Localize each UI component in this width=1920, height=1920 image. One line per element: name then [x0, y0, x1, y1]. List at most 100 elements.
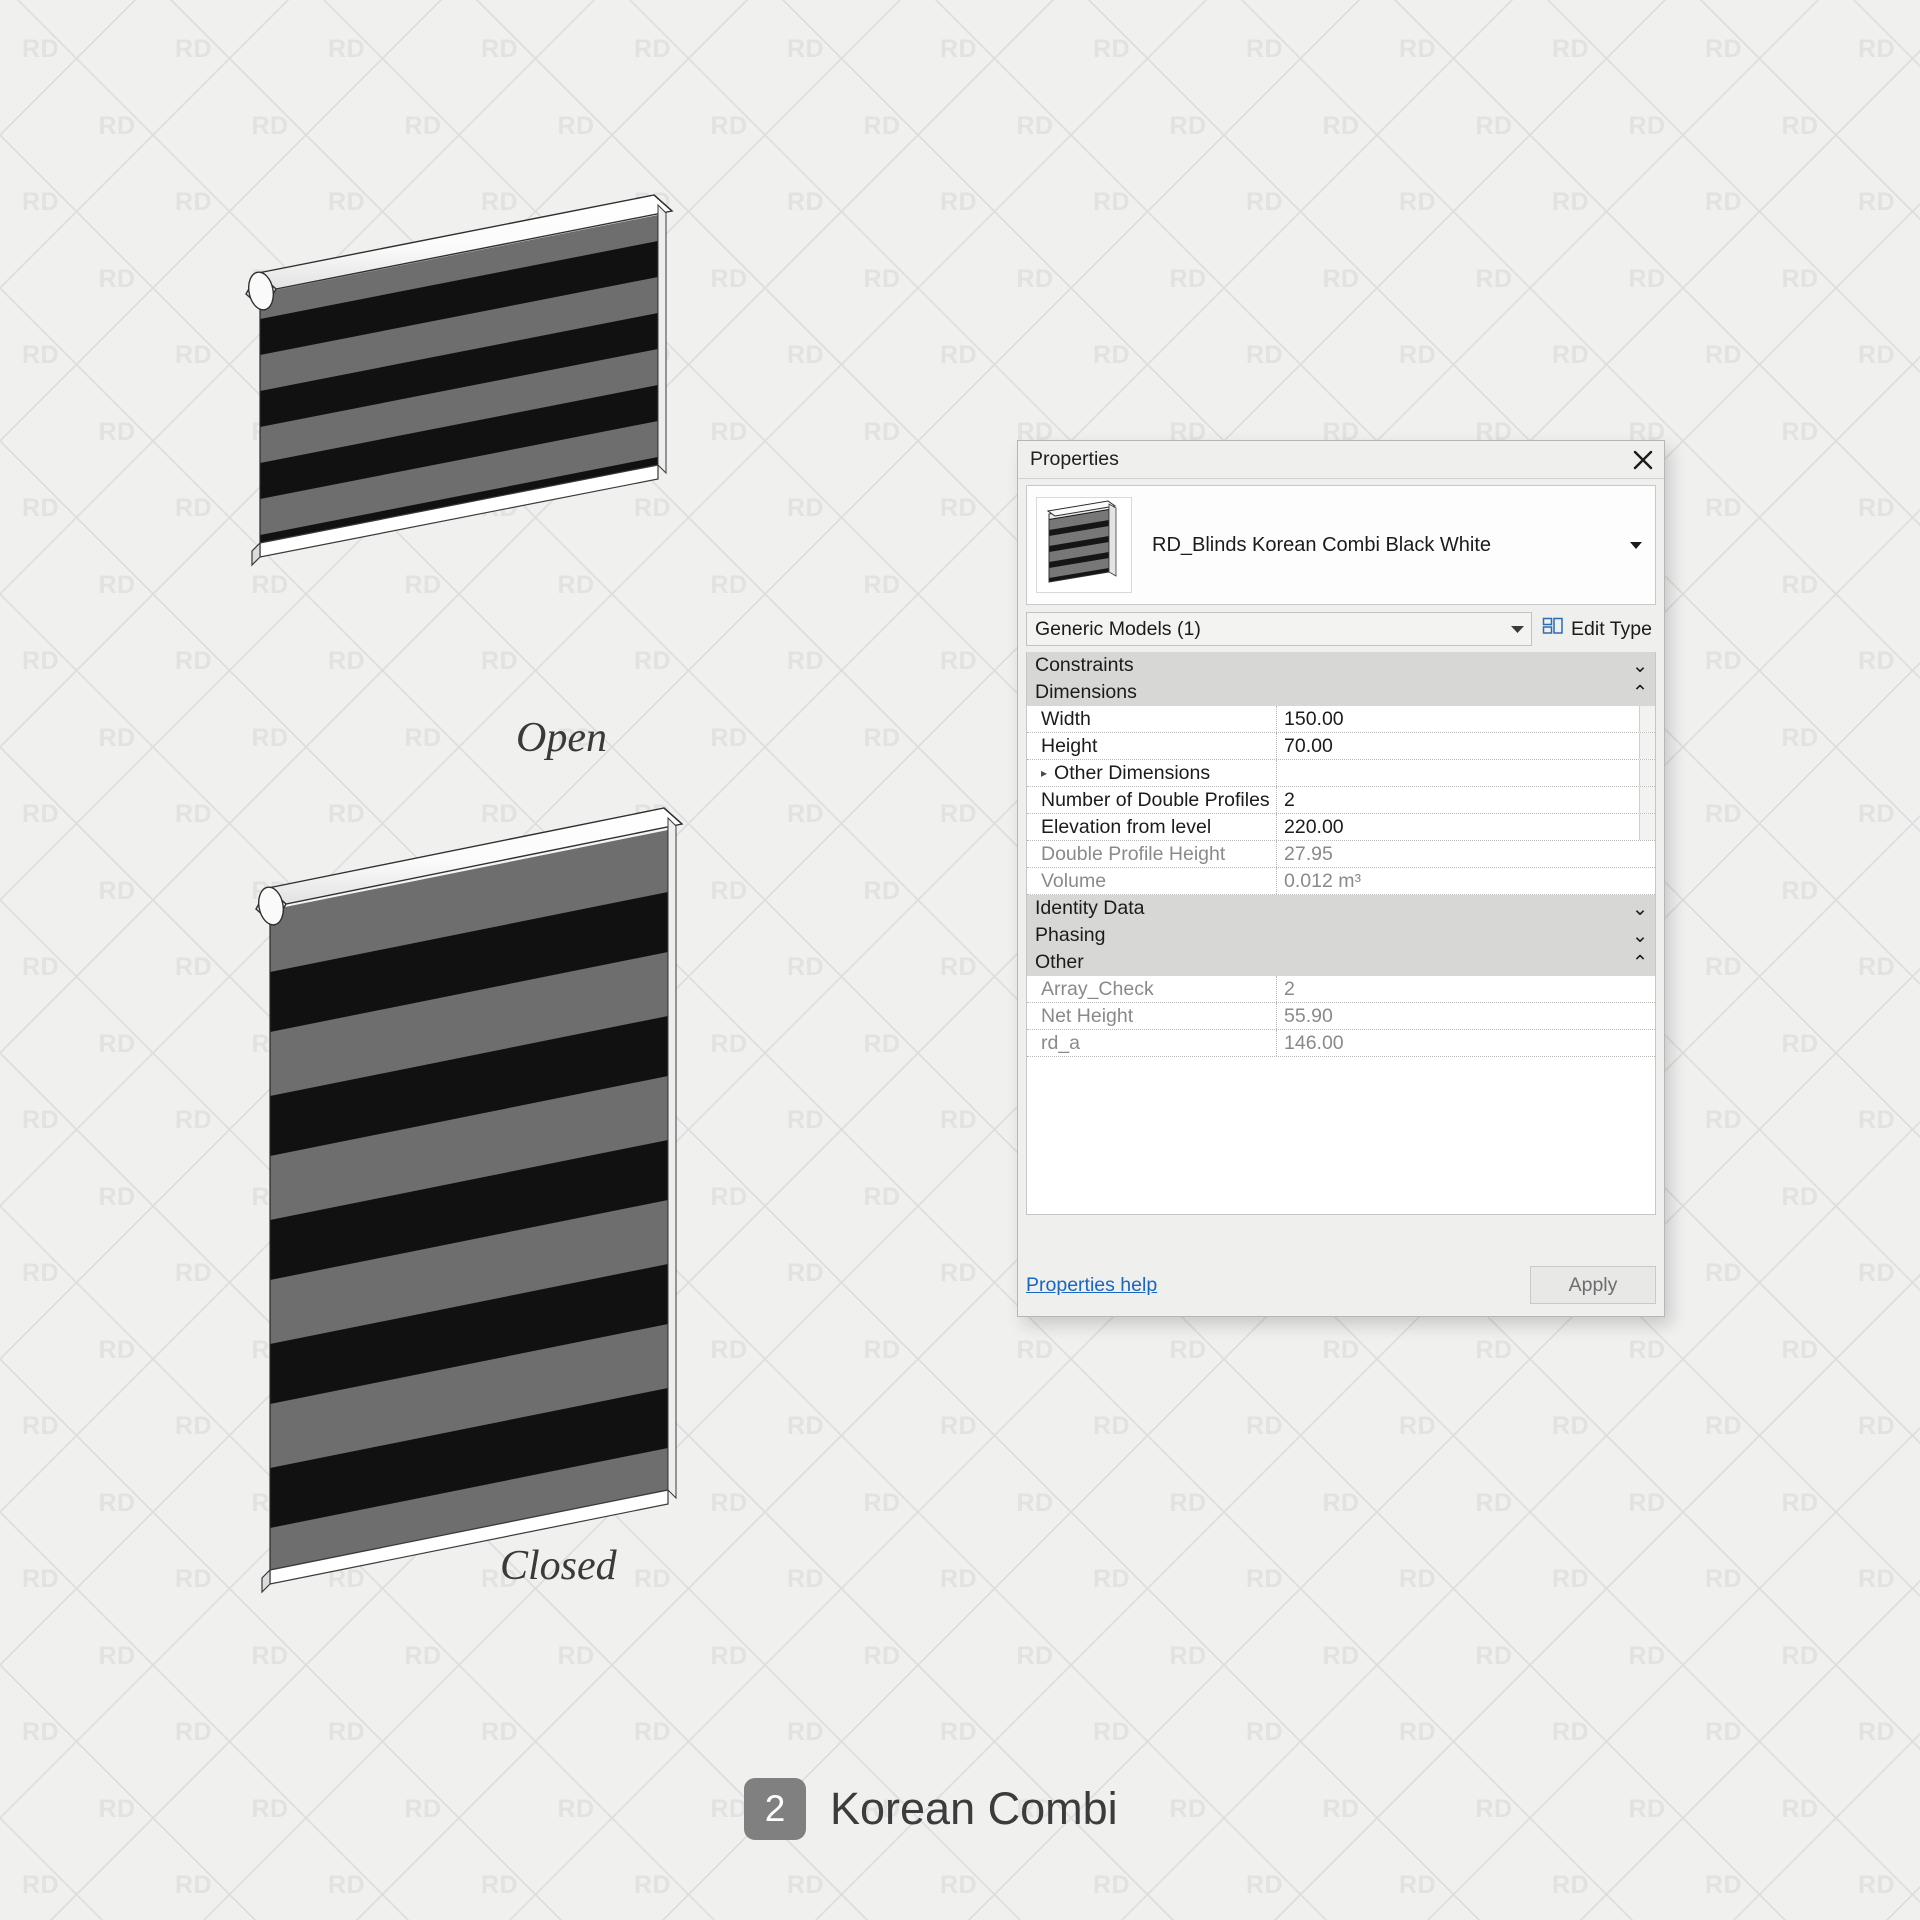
- watermark-text: RD: [557, 1794, 595, 1823]
- parameter-group-header[interactable]: Identity Data ⌄: [1027, 895, 1655, 922]
- watermark-text: RD: [1705, 1718, 1743, 1746]
- watermark-text: RD: [404, 111, 442, 140]
- parameter-value-cell[interactable]: 2: [1277, 976, 1639, 1002]
- watermark-text: RD: [1858, 1106, 1896, 1134]
- watermark-text: RD: [940, 1565, 978, 1593]
- watermark-text: RD: [1781, 111, 1819, 140]
- watermark-text: RD: [1169, 1641, 1207, 1670]
- parameter-value-cell[interactable]: 150.00: [1277, 706, 1639, 732]
- watermark-text: RD: [175, 1565, 213, 1593]
- parameter-row[interactable]: ▸ Other Dimensions: [1027, 760, 1655, 787]
- watermark-text: RD: [1781, 1488, 1819, 1517]
- watermark-text: RD: [175, 188, 213, 216]
- parameter-value-cell[interactable]: 220.00: [1277, 814, 1639, 840]
- parameter-row[interactable]: Height 70.00: [1027, 733, 1655, 760]
- watermark-text: RD: [710, 1641, 748, 1670]
- watermark-text: RD: [1705, 494, 1743, 522]
- watermark-text: RD: [251, 111, 289, 140]
- close-icon[interactable]: [1628, 445, 1658, 475]
- apply-button[interactable]: Apply: [1530, 1266, 1656, 1304]
- watermark-text: RD: [328, 1718, 366, 1746]
- parameter-edit-button[interactable]: [1639, 733, 1655, 759]
- parameter-row[interactable]: Width 150.00: [1027, 706, 1655, 733]
- watermark-text: RD: [251, 1641, 289, 1670]
- watermark-text: RD: [481, 1871, 519, 1899]
- parameter-group-header[interactable]: Other ⌃: [1027, 949, 1655, 976]
- watermark-text: RD: [1169, 264, 1207, 293]
- watermark-text: RD: [940, 1718, 978, 1746]
- parameter-value-cell[interactable]: 70.00: [1277, 733, 1639, 759]
- parameter-group-label: Dimensions: [1035, 681, 1137, 703]
- watermark-text: RD: [710, 111, 748, 140]
- parameter-edit-button[interactable]: [1639, 706, 1655, 732]
- watermark-text: RD: [1246, 188, 1284, 216]
- watermark-text: RD: [1016, 1488, 1054, 1517]
- parameter-group-header[interactable]: Constraints ⌄: [1027, 652, 1655, 679]
- watermark-text: RD: [1781, 1182, 1819, 1211]
- watermark-text: RD: [98, 1335, 136, 1364]
- watermark-text: RD: [1475, 1335, 1513, 1364]
- parameter-name-label: rd_a: [1041, 1031, 1081, 1054]
- group-collapse-icon[interactable]: ⌄: [1631, 897, 1649, 921]
- parameter-row[interactable]: rd_a 146.00: [1027, 1030, 1655, 1057]
- watermark-text: RD: [481, 35, 519, 63]
- parameter-row[interactable]: Elevation from level 220.00: [1027, 814, 1655, 841]
- properties-help-link[interactable]: Properties help: [1026, 1274, 1157, 1297]
- parameter-row[interactable]: Volume 0.012 m³: [1027, 868, 1655, 895]
- parameter-edit-button[interactable]: [1639, 787, 1655, 813]
- watermark-text: RD: [940, 35, 978, 63]
- watermark-text: RD: [1322, 1335, 1360, 1364]
- blind-illustration-closed: [240, 760, 740, 1600]
- group-collapse-icon[interactable]: ⌃: [1631, 681, 1649, 705]
- parameter-group-label: Other: [1035, 951, 1084, 973]
- properties-title: Properties: [1030, 448, 1119, 470]
- parameter-value-cell[interactable]: 0.012 m³: [1277, 868, 1639, 894]
- watermark-text: RD: [22, 1106, 60, 1134]
- parameter-row[interactable]: Double Profile Height 27.95: [1027, 841, 1655, 868]
- watermark-text: RD: [1475, 111, 1513, 140]
- watermark-text: RD: [1552, 1718, 1590, 1746]
- category-select[interactable]: Generic Models (1): [1026, 612, 1533, 646]
- watermark-text: RD: [787, 341, 825, 369]
- parameter-value-cell[interactable]: 146.00: [1277, 1030, 1639, 1056]
- watermark-text: RD: [1246, 1718, 1284, 1746]
- group-collapse-icon[interactable]: ⌄: [1631, 924, 1649, 948]
- watermark-text: RD: [1552, 35, 1590, 63]
- type-selector[interactable]: RD_Blinds Korean Combi Black White: [1026, 485, 1656, 605]
- watermark-text: RD: [787, 188, 825, 216]
- parameter-value-cell[interactable]: 55.90: [1277, 1003, 1639, 1029]
- expand-triangle-icon[interactable]: ▸: [1041, 766, 1047, 780]
- parameter-group-header[interactable]: Phasing ⌄: [1027, 922, 1655, 949]
- watermark-text: RD: [1322, 264, 1360, 293]
- parameter-table-filler: [1027, 1057, 1655, 1214]
- chevron-down-icon[interactable]: [1625, 534, 1647, 556]
- watermark-text: RD: [1628, 1794, 1666, 1823]
- watermark-text: RD: [940, 1871, 978, 1899]
- watermark-text: RD: [1628, 111, 1666, 140]
- category-value: Generic Models (1): [1035, 617, 1201, 640]
- parameter-row[interactable]: Array_Check 2: [1027, 976, 1655, 1003]
- parameter-edit-button[interactable]: [1639, 760, 1655, 786]
- parameter-value-cell[interactable]: [1277, 760, 1639, 786]
- watermark-text: RD: [175, 1412, 213, 1440]
- watermark-text: RD: [1858, 341, 1896, 369]
- parameter-group-header[interactable]: Dimensions ⌃: [1027, 679, 1655, 706]
- parameter-value-cell[interactable]: 27.95: [1277, 841, 1639, 867]
- chevron-down-icon: [1510, 618, 1525, 640]
- parameter-name-cell: Double Profile Height: [1027, 841, 1277, 867]
- parameter-group-label: Identity Data: [1035, 897, 1145, 919]
- parameter-edit-button[interactable]: [1639, 814, 1655, 840]
- parameter-row[interactable]: Net Height 55.90: [1027, 1003, 1655, 1030]
- parameter-row[interactable]: Number of Double Profiles 2: [1027, 787, 1655, 814]
- watermark-text: RD: [1552, 1565, 1590, 1593]
- edit-type-button[interactable]: Edit Type: [1540, 612, 1656, 646]
- watermark-text: RD: [175, 1106, 213, 1134]
- watermark-text: RD: [1858, 647, 1896, 675]
- group-collapse-icon[interactable]: ⌃: [1631, 951, 1649, 975]
- watermark-text: RD: [1093, 35, 1131, 63]
- watermark-text: RD: [1858, 1412, 1896, 1440]
- group-collapse-icon[interactable]: ⌄: [1631, 654, 1649, 678]
- parameter-value-cell[interactable]: 2: [1277, 787, 1639, 813]
- watermark-text: RD: [22, 953, 60, 981]
- watermark-text: RD: [1628, 1641, 1666, 1670]
